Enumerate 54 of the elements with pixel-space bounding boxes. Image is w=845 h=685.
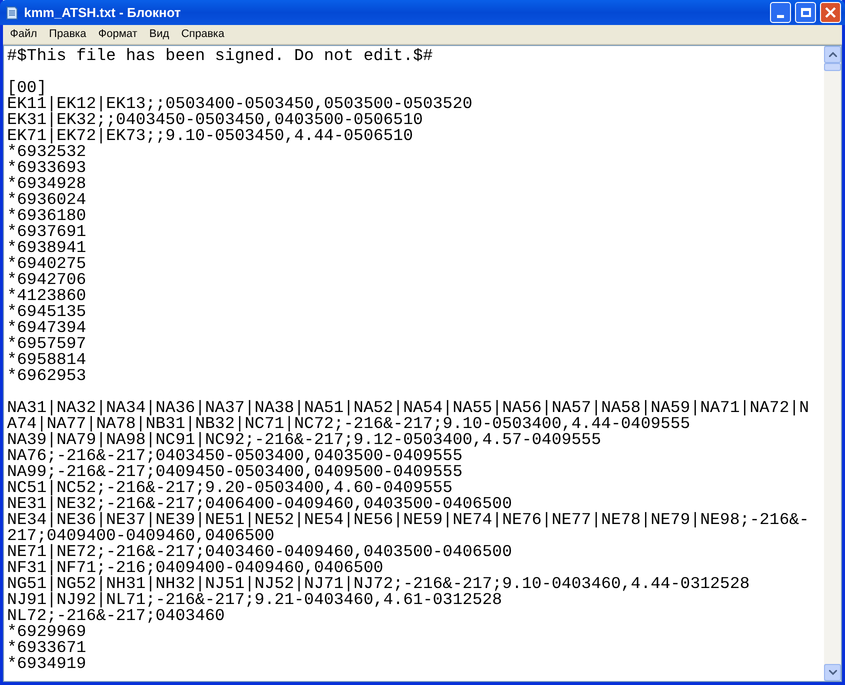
text-line: *6938941 [7, 240, 86, 256]
text-line: EK71|EK72|EK73;;9.10-0503450,4.44-0506510 [7, 128, 413, 144]
text-line: NE34|NE36|NE37|NE39|NE51|NE52|NE54|NE56|NE59|NE74|NE76|NE77|NE78|NE79|NE98;-216&- [7, 512, 810, 528]
menu-item[interactable]: Правка [43, 26, 92, 43]
text-line: NA39|NA79|NA98|NC91|NC92;-216&-217;9.12-0503400,4.57-0409555 [7, 432, 602, 448]
menu-item[interactable]: Формат [92, 26, 144, 43]
maximize-button[interactable] [795, 2, 816, 23]
scroll-thumb[interactable] [824, 63, 841, 71]
scrollbar[interactable] [824, 46, 841, 681]
text-line: NE71|NE72;-216&-217;0403460-0409460,0403500-0406500 [7, 544, 512, 560]
text-line: NA99;-216&-217;0409450-0503400,0409500-0409555 [7, 464, 462, 480]
menu-item[interactable]: Справка [175, 26, 230, 43]
window-title: kmm_ATSH.txt - Блокнот [24, 4, 181, 22]
close-button[interactable] [820, 2, 841, 23]
text-line: EK31|EK32;;0403450-0503450,0403500-0506510 [7, 112, 423, 128]
text-line: *6936024 [7, 192, 86, 208]
notepad-icon [4, 4, 20, 20]
scroll-down-button[interactable] [824, 664, 841, 681]
menu-item[interactable]: Вид [143, 26, 176, 43]
text-line: *6945135 [7, 304, 86, 320]
text-line: *6962953 [7, 368, 86, 384]
close-icon [825, 7, 836, 18]
text-line: *6942706 [7, 272, 86, 288]
text-line: NF31|NF71;-216;0409400-0409460,0406500 [7, 560, 384, 576]
text-line: NA31|NA32|NA34|NA36|NA37|NA38|NA51|NA52|NA54|NA55|NA56|NA57|NA58|NA59|NA71|NA72|N [7, 400, 810, 416]
text-line: *4123860 [7, 288, 86, 304]
chevron-down-icon [828, 670, 836, 675]
text-line: *6937691 [7, 224, 86, 240]
text-line: 217;0409400-0409460,0406500 [7, 528, 274, 544]
text-line: *6934919 [7, 656, 86, 672]
minimize-button[interactable] [770, 2, 791, 23]
text-line: NL72;-216&-217;0403460 [7, 608, 225, 624]
text-line: *6940275 [7, 256, 86, 272]
text-line: *6933693 [7, 160, 86, 176]
text-line: *6932532 [7, 144, 86, 160]
text-line: A74|NA77|NA78|NB31|NB32|NC71|NC72;-216&-217;9.10-0503400,4.44-0409555 [7, 416, 690, 432]
text-line: *6947394 [7, 320, 86, 336]
text-line: *6936180 [7, 208, 86, 224]
text-line: NG51|NG52|NH31|NH32|NJ51|NJ52|NJ71|NJ72;-216&-217;9.10-0403460,4.44-0312528 [7, 576, 750, 592]
text-line: [00] [7, 80, 47, 96]
text-line: NE31|NE32;-216&-217;0406400-0409460,0403500-0406500 [7, 496, 512, 512]
text-line: *6934928 [7, 176, 86, 192]
text-line: NA76;-216&-217;0403450-0503400,0403500-0409555 [7, 448, 462, 464]
text-line: *6958814 [7, 352, 86, 368]
chevron-up-icon [828, 52, 836, 57]
text-line: *6933671 [7, 640, 86, 656]
text-line: EK11|EK12|EK13;;0503400-0503450,0503500-0503520 [7, 96, 472, 112]
scroll-up-button[interactable] [824, 46, 841, 63]
menu-item[interactable]: Файл [4, 26, 44, 43]
text-line: NJ91|NJ92|NL71;-216&-217;9.21-0403460,4.61-0312528 [7, 592, 502, 608]
text-line: NC51|NC52;-216&-217;9.20-0503400,4.60-0409555 [7, 480, 453, 496]
text-line: *6957597 [7, 336, 86, 352]
text-line: #$This file has been signed. Do not edit.$# [7, 48, 433, 64]
text-line: *6929969 [7, 624, 86, 640]
